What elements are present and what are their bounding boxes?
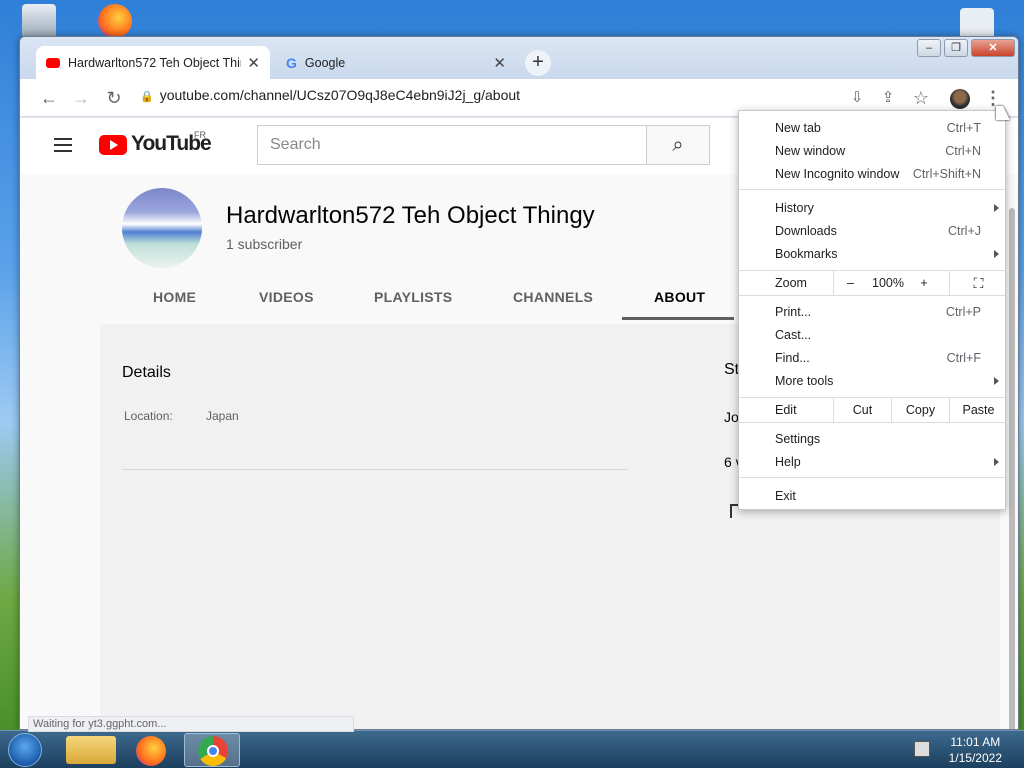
menu-more-tools[interactable]: More tools (775, 371, 833, 391)
chrome-taskbar-icon[interactable] (184, 733, 240, 767)
active-tab-underline (622, 317, 734, 320)
shortcut-new-incognito: Ctrl+Shift+N (912, 167, 981, 181)
start-button[interactable] (8, 733, 42, 767)
tab-youtube[interactable]: Hardwarlton572 Teh Object Thing ✕ (36, 46, 270, 79)
channel-name: Hardwarlton572 Teh Object Thingy (226, 202, 595, 229)
menu-history[interactable]: History (775, 198, 814, 218)
hamburger-menu-icon[interactable] (54, 138, 72, 152)
menu-new-tab[interactable]: New tab (775, 118, 821, 138)
menu-exit[interactable]: Exit (775, 486, 796, 506)
mouse-cursor-icon (996, 106, 1010, 120)
menu-cast[interactable]: Cast... (775, 325, 811, 345)
shortcut-print: Ctrl+P (945, 305, 981, 319)
submenu-arrow-icon (994, 377, 999, 385)
system-clock[interactable]: 11:01 AM 1/15/2022 (949, 734, 1002, 766)
search-button[interactable]: ⌕ (646, 125, 710, 165)
address-bar[interactable]: 🔒 youtube.com/channel/UCsz07O9qJ8eC4ebn9i… (140, 87, 520, 103)
share-icon[interactable]: ⇪ (877, 87, 899, 109)
google-favicon-icon: G (286, 54, 297, 71)
close-tab-icon[interactable]: ✕ (493, 54, 506, 72)
tab-label: Google (304, 55, 346, 70)
menu-zoom-label: Zoom (775, 276, 807, 290)
menu-edit-label: Edit (775, 403, 797, 417)
menu-new-window[interactable]: New window (775, 141, 845, 161)
details-divider (122, 469, 628, 470)
country-code: FR (194, 130, 206, 140)
restore-button[interactable]: ❐ (944, 39, 968, 57)
clock-time: 11:01 AM (950, 735, 1001, 749)
recycle-bin-icon[interactable] (22, 4, 56, 38)
cut-button[interactable]: Cut (833, 398, 891, 422)
location-value: Japan (206, 409, 239, 423)
lock-icon: 🔒 (140, 91, 154, 103)
stats-heading: St (724, 361, 740, 378)
chrome-logo-icon (198, 736, 228, 766)
menu-find[interactable]: Find... (775, 348, 810, 368)
search-icon: ⌕ (672, 134, 684, 156)
menu-new-incognito[interactable]: New Incognito window (775, 164, 899, 184)
tab-home[interactable]: HOME (153, 289, 196, 305)
explorer-taskbar-icon[interactable] (66, 736, 116, 764)
menu-help[interactable]: Help (775, 452, 801, 472)
menu-separator (739, 189, 1005, 190)
url-text: youtube.com/channel/UCsz07O9qJ8eC4ebn9iJ… (159, 87, 521, 103)
zoom-value: 100% (872, 276, 904, 290)
firefox-taskbar-icon[interactable] (136, 736, 166, 766)
youtube-favicon-icon (46, 57, 60, 68)
page-scrollbar[interactable] (1009, 208, 1015, 729)
submenu-arrow-icon (994, 250, 999, 258)
zoom-row: Zoom – 100% + ⛶ (739, 270, 1005, 296)
submenu-arrow-icon (994, 204, 999, 212)
shortcut-new-window: Ctrl+N (945, 144, 981, 158)
submenu-arrow-icon (994, 458, 999, 466)
search-input[interactable]: Search (257, 125, 647, 165)
back-icon[interactable]: ← (38, 87, 60, 109)
bookmark-star-icon[interactable]: ☆ (910, 87, 932, 109)
tab-google[interactable]: G Google ✕ (276, 46, 516, 79)
network-tray-icon[interactable] (914, 741, 930, 757)
zoom-in-button[interactable]: + (909, 271, 939, 295)
tab-label: Hardwarlton572 Teh Object Thing (68, 55, 242, 70)
close-tab-icon[interactable]: ✕ (247, 54, 260, 72)
clock-date: 1/15/2022 (948, 751, 1002, 765)
edit-row: Edit Cut Copy Paste (739, 397, 1005, 423)
tab-about[interactable]: ABOUT (654, 289, 705, 305)
taskbar: 11:01 AM 1/15/2022 (0, 730, 1024, 768)
joined-date: Jo (724, 409, 739, 425)
shortcut-downloads: Ctrl+J (948, 224, 981, 238)
status-bar: Waiting for yt3.ggpht.com... (28, 716, 354, 732)
install-icon[interactable]: ⇩ (846, 87, 868, 109)
youtube-logo-icon[interactable] (99, 135, 127, 155)
tab-strip: Hardwarlton572 Teh Object Thing ✕ G Goog… (20, 37, 1018, 79)
menu-downloads[interactable]: Downloads (775, 221, 837, 241)
menu-separator (739, 477, 1005, 478)
chrome-menu: New tab Ctrl+T New window Ctrl+N New Inc… (738, 110, 1006, 510)
fullscreen-icon[interactable]: ⛶ (949, 271, 1007, 295)
new-tab-button[interactable]: + (525, 50, 551, 76)
minimize-button[interactable]: – (917, 39, 941, 57)
copy-button[interactable]: Copy (891, 398, 949, 422)
channel-avatar[interactable] (122, 188, 202, 268)
profile-avatar[interactable] (950, 89, 970, 109)
zoom-out-button[interactable]: – (833, 271, 867, 295)
reload-icon[interactable]: ↻ (103, 87, 125, 109)
shortcut-find: Ctrl+F (946, 351, 981, 365)
shortcut-new-tab: Ctrl+T (946, 121, 981, 135)
menu-print[interactable]: Print... (775, 302, 811, 322)
forward-icon[interactable]: → (70, 87, 92, 109)
paste-button[interactable]: Paste (949, 398, 1007, 422)
tab-videos[interactable]: VIDEOS (259, 289, 314, 305)
location-label: Location: (124, 409, 173, 423)
tab-playlists[interactable]: PLAYLISTS (374, 289, 452, 305)
subscriber-count: 1 subscriber (226, 236, 303, 252)
menu-bookmarks[interactable]: Bookmarks (775, 244, 838, 264)
menu-settings[interactable]: Settings (775, 429, 820, 449)
close-window-button[interactable]: ✕ (971, 39, 1015, 57)
details-heading: Details (122, 364, 171, 381)
firefox-desktop-icon[interactable] (98, 4, 132, 38)
tab-channels[interactable]: CHANNELS (513, 289, 593, 305)
